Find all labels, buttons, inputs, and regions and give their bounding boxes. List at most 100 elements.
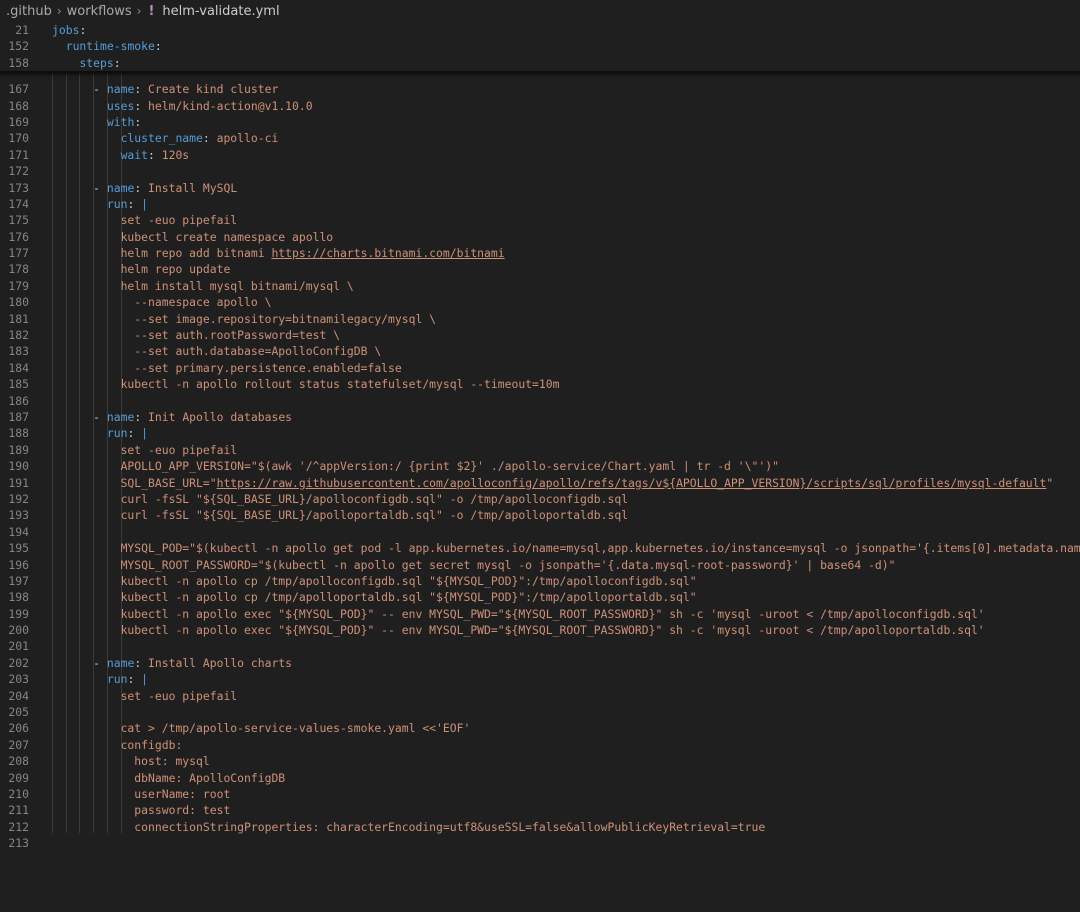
code-line[interactable]: 191 SQL_BASE_URL="https://raw.githubuser… (0, 475, 1080, 491)
code-token: " (1046, 475, 1054, 490)
code-line[interactable]: 213 (0, 835, 1080, 851)
code-line[interactable]: 171 wait: 120s (0, 147, 1080, 163)
code-line[interactable]: 173 - name: Install MySQL (0, 180, 1080, 196)
yaml-file-icon: ! (148, 3, 155, 19)
code-line[interactable]: 177 helm repo add bitnami https://charts… (0, 245, 1080, 261)
code-line[interactable]: 206 cat > /tmp/apollo-service-values-smo… (0, 720, 1080, 736)
breadcrumb-file[interactable]: helm-validate.yml (162, 4, 279, 19)
sticky-scroll-header[interactable]: 21 jobs: 152 runtime-smoke: 158 steps: (0, 22, 1080, 74)
code-line[interactable]: 200 kubectl -n apollo exec "${MYSQL_POD}… (0, 622, 1080, 638)
code-line[interactable]: 203 run: | (0, 671, 1080, 687)
line-number: 175 (8, 213, 29, 228)
code-token: steps (79, 55, 114, 70)
breadcrumb-folder-github[interactable]: .github (6, 4, 52, 19)
code-text: set -euo pipefail (29, 212, 238, 228)
code-line[interactable]: 197 kubectl -n apollo cp /tmp/apolloconf… (0, 573, 1080, 589)
code-line[interactable]: 152 runtime-smoke: (0, 38, 1080, 54)
code-token: SQL_BASE_URL=" (52, 475, 217, 490)
code-line[interactable]: 186 (0, 393, 1080, 409)
code-line[interactable]: 184 --set primary.persistence.enabled=fa… (0, 360, 1080, 376)
code-text: helm repo update (29, 261, 231, 277)
code-line[interactable]: 189 set -euo pipefail (0, 442, 1080, 458)
code-line[interactable]: 175 set -euo pipefail (0, 212, 1080, 228)
code-line[interactable]: 179 helm install mysql bitnami/mysql \ (0, 278, 1080, 294)
code-line[interactable]: 170 cluster_name: apollo-ci (0, 130, 1080, 146)
code-line[interactable]: 183 --set auth.database=ApolloConfigDB \ (0, 343, 1080, 359)
code-token: password: test (52, 803, 231, 818)
code-text: set -euo pipefail (29, 442, 238, 458)
code-line[interactable]: 172 (0, 163, 1080, 179)
code-line[interactable]: 201 (0, 638, 1080, 654)
code-link[interactable]: https://raw.githubusercontent.com/apollo… (217, 476, 1047, 490)
code-line[interactable]: 193 curl -fsSL "${SQL_BASE_URL}/apollopo… (0, 507, 1080, 523)
code-text: dbName: ApolloConfigDB (29, 770, 285, 786)
code-text: kubectl -n apollo exec "${MYSQL_POD}" --… (29, 606, 985, 622)
line-number: 182 (8, 328, 29, 343)
code-token: Init Apollo databases (148, 409, 293, 424)
code-line[interactable]: 180 --namespace apollo \ (0, 294, 1080, 310)
code-line[interactable]: 167 - name: Create kind cluster (0, 81, 1080, 97)
code-token: set -euo pipefail (52, 688, 238, 703)
code-text: kubectl -n apollo cp /tmp/apolloconfigdb… (29, 573, 697, 589)
code-line[interactable]: 205 (0, 704, 1080, 720)
code-line[interactable]: 209 dbName: ApolloConfigDB (0, 770, 1080, 786)
line-number: 174 (8, 196, 29, 211)
code-token: : (154, 39, 162, 54)
code-line[interactable]: 187 - name: Init Apollo databases (0, 409, 1080, 425)
code-line[interactable]: 188 run: | (0, 425, 1080, 441)
code-line[interactable]: 204 set -euo pipefail (0, 688, 1080, 704)
code-line[interactable]: 182 --set auth.rootPassword=test \ (0, 327, 1080, 343)
line-number: 152 (8, 39, 29, 54)
code-token: run (106, 196, 128, 211)
line-number: 191 (8, 475, 29, 490)
line-number: 181 (8, 311, 29, 326)
code-link[interactable]: https://charts.bitnami.com/bitnami (271, 246, 504, 260)
code-text: - name: Install MySQL (29, 180, 237, 196)
code-line[interactable]: 208 host: mysql (0, 753, 1080, 769)
code-line[interactable]: 202 - name: Install Apollo charts (0, 655, 1080, 671)
code-line[interactable]: 194 (0, 524, 1080, 540)
code-line[interactable]: 178 helm repo update (0, 261, 1080, 277)
code-text: MYSQL_ROOT_PASSWORD="$(kubectl -n apollo… (29, 557, 896, 573)
line-number: 188 (8, 426, 29, 441)
line-number: 178 (8, 262, 29, 277)
line-number: 205 (8, 705, 29, 720)
code-line[interactable]: 169 with: (0, 114, 1080, 130)
code-text: kubectl -n apollo cp /tmp/apolloportaldb… (29, 589, 697, 605)
code-line[interactable]: 168 uses: helm/kind-action@v1.10.0 (0, 98, 1080, 114)
line-number: 213 (8, 836, 29, 851)
code-line[interactable]: 176 kubectl create namespace apollo (0, 229, 1080, 245)
code-token: kubectl -n apollo rollout status statefu… (52, 377, 560, 392)
code-line[interactable]: 158 steps: (0, 55, 1080, 71)
code-text: kubectl -n apollo rollout status statefu… (29, 376, 560, 392)
line-number: 189 (8, 442, 29, 457)
line-number: 21 (15, 23, 29, 37)
breadcrumb-folder-workflows[interactable]: workflows (67, 4, 132, 19)
code-line[interactable]: 198 kubectl -n apollo cp /tmp/apolloport… (0, 589, 1080, 605)
code-line[interactable]: 21 jobs: (0, 22, 1080, 38)
code-text: run: | (29, 425, 148, 441)
code-line[interactable]: 212 connectionStringProperties: characte… (0, 819, 1080, 835)
line-number: 167 (8, 82, 29, 97)
code-line[interactable]: 195 MYSQL_POD="$(kubectl -n apollo get p… (0, 540, 1080, 556)
code-line[interactable]: 181 --set image.repository=bitnamilegacy… (0, 311, 1080, 327)
code-token: 120s (161, 147, 190, 162)
code-line[interactable]: 192 curl -fsSL "${SQL_BASE_URL}/apolloco… (0, 491, 1080, 507)
code-line[interactable]: 207 configdb: (0, 737, 1080, 753)
code-line[interactable]: 190 APOLLO_APP_VERSION="$(awk '/^appVers… (0, 458, 1080, 474)
code-line[interactable]: 174 run: | (0, 196, 1080, 212)
code-line[interactable]: 199 kubectl -n apollo exec "${MYSQL_POD}… (0, 606, 1080, 622)
line-number: 180 (8, 295, 29, 310)
line-number: 194 (8, 524, 29, 539)
code-text: MYSQL_POD="$(kubectl -n apollo get pod -… (29, 540, 1080, 556)
code-line[interactable]: 196 MYSQL_ROOT_PASSWORD="$(kubectl -n ap… (0, 557, 1080, 573)
code-line[interactable]: 211 password: test (0, 802, 1080, 818)
code-line[interactable]: 185 kubectl -n apollo rollout status sta… (0, 376, 1080, 392)
code-line[interactable]: 210 userName: root (0, 786, 1080, 802)
code-editor[interactable]: 167 - name: Create kind cluster 168 uses:… (0, 73, 1080, 851)
line-number: 199 (8, 606, 29, 621)
